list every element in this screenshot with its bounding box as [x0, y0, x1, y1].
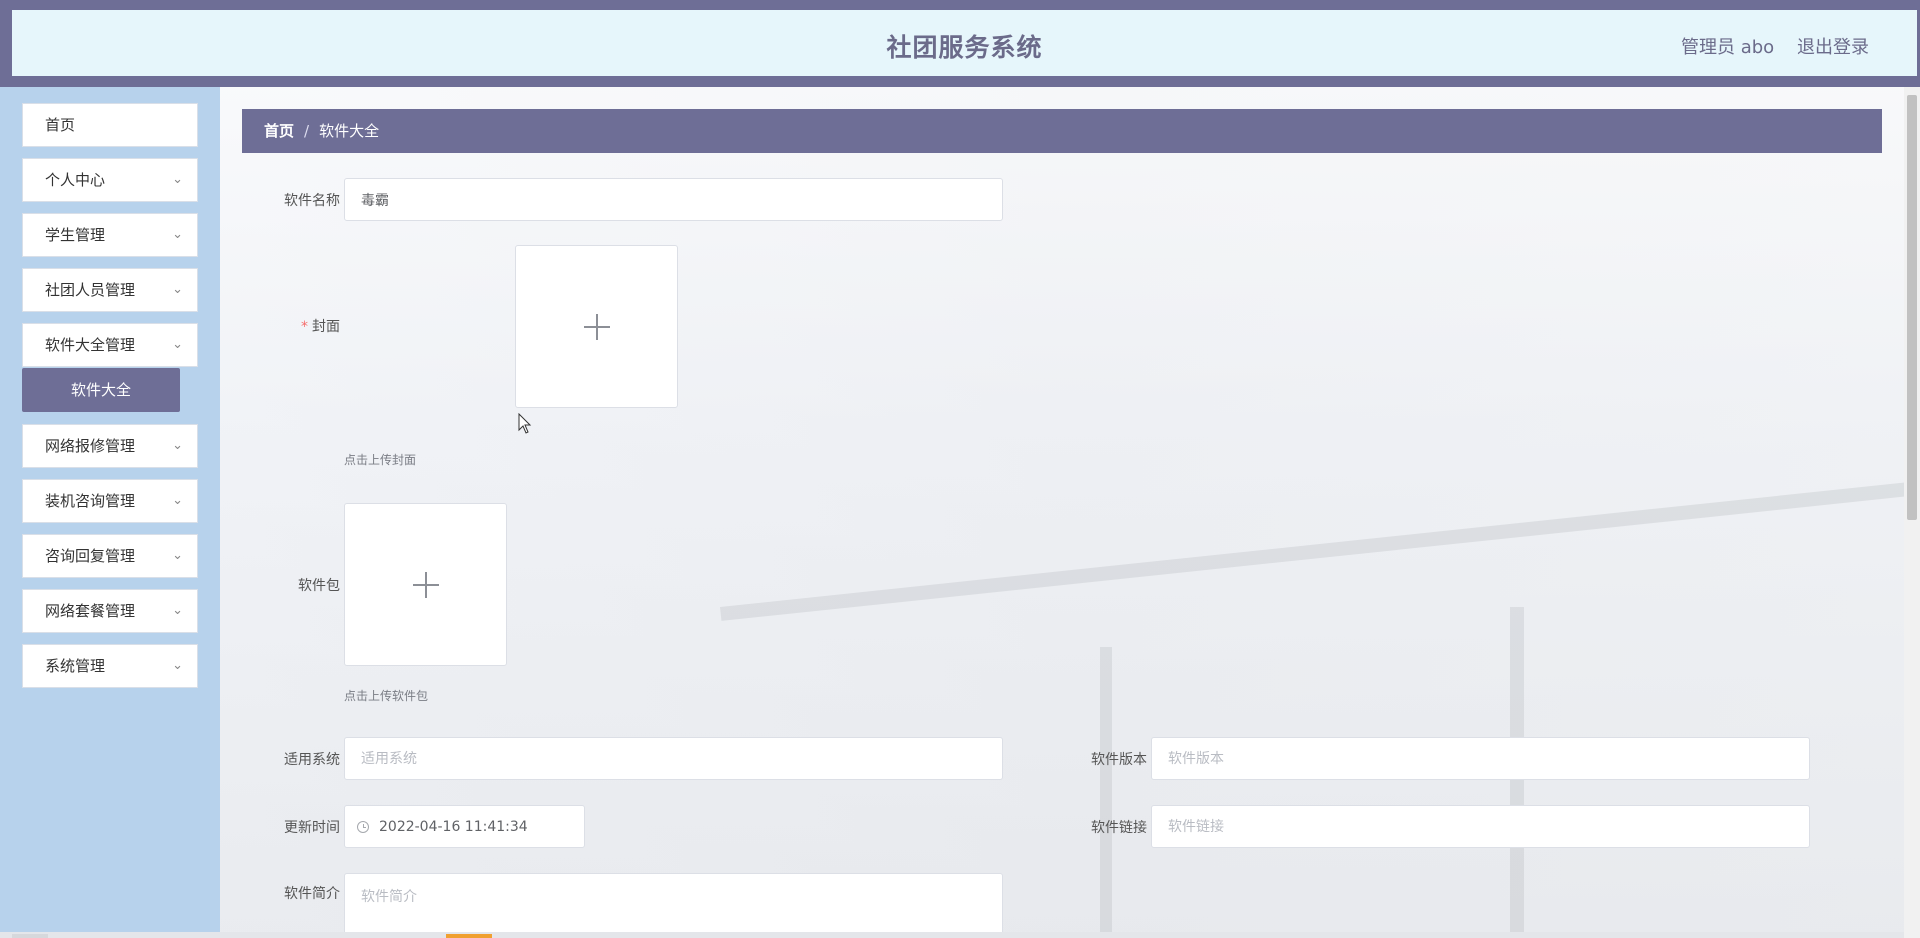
plus-icon [596, 314, 598, 340]
chevron-down-icon: ⌄ [172, 282, 183, 297]
system-label: 适用系统 [284, 752, 340, 768]
chevron-down-icon: ⌄ [172, 603, 183, 618]
sidebar-item-label: 社团人员管理 [45, 281, 136, 299]
sidebar-item-install-consult[interactable]: 装机咨询管理 ⌄ [22, 479, 198, 523]
sidebar-subitem-software[interactable]: 软件大全 [22, 368, 180, 412]
sidebar-item-label: 个人中心 [45, 171, 106, 189]
chevron-down-icon: ⌄ [172, 337, 183, 352]
bottom-strip [0, 932, 1904, 938]
sidebar-item-consult-reply[interactable]: 咨询回复管理 ⌄ [22, 534, 198, 578]
sidebar-item-network-package[interactable]: 网络套餐管理 ⌄ [22, 589, 198, 633]
logout-link[interactable]: 退出登录 [1797, 33, 1869, 59]
sidebar-item-label: 软件大全管理 [45, 336, 136, 354]
chevron-down-icon: ⌄ [172, 658, 183, 673]
package-label: 软件包 [298, 578, 340, 594]
chevron-down-icon: ⌄ [172, 493, 183, 508]
current-user: 管理员 abo [1681, 37, 1775, 58]
link-label: 软件链接 [1091, 820, 1147, 836]
software-name-input[interactable] [344, 178, 1003, 221]
name-label: 软件名称 [284, 193, 340, 209]
package-upload[interactable] [344, 503, 507, 666]
plus-icon [425, 572, 427, 598]
breadcrumb-current: 软件大全 [319, 122, 380, 140]
sidebar-item-label: 装机咨询管理 [45, 492, 136, 510]
main-content: 首页 / 软件大全 软件名称 *封面 点击上传封面 软件包 点击上传软件包 适用系统… [220, 87, 1920, 938]
breadcrumb: 首页 / 软件大全 [242, 109, 1882, 153]
app-title: 社团服务系统 [886, 33, 1043, 62]
background-decor [1100, 647, 1112, 938]
sidebar-item-label: 咨询回复管理 [45, 547, 136, 565]
cover-label: * 封面 [220, 316, 340, 336]
sidebar-item-software-management[interactable]: 软件大全管理 ⌄ [22, 323, 198, 367]
background-decor [720, 481, 1915, 621]
sidebar-item-label: 网络套餐管理 [45, 602, 136, 620]
chevron-down-icon: ⌄ [172, 438, 183, 453]
breadcrumb-home[interactable]: 首页 [264, 122, 294, 140]
version-input[interactable] [1151, 737, 1810, 780]
sidebar-item-network-repair[interactable]: 网络报修管理 ⌄ [22, 424, 198, 468]
scrollbar-thumb[interactable] [1907, 95, 1917, 520]
header-bar: 社团服务系统 管理员 abo 退出登录 [12, 10, 1917, 76]
cover-label-text: 封面 [312, 319, 340, 335]
link-input[interactable] [1151, 805, 1810, 848]
sidebar-item-students[interactable]: 学生管理 ⌄ [22, 213, 198, 257]
page-scrollbar[interactable] [1904, 87, 1920, 938]
chevron-down-icon: ⌄ [172, 548, 183, 563]
sidebar-item-label: 学生管理 [45, 226, 106, 244]
breadcrumb-separator: / [304, 122, 310, 140]
sidebar-item-label: 系统管理 [45, 657, 106, 675]
system-input[interactable] [344, 737, 1003, 780]
sidebar-item-system[interactable]: 系统管理 ⌄ [22, 644, 198, 688]
update-time-picker[interactable] [344, 805, 585, 848]
update-time-label: 更新时间 [284, 820, 340, 836]
sidebar: 首页 个人中心 ⌄ 学生管理 ⌄ 社团人员管理 ⌄ 软件大全管理 ⌄ 软件大全 … [0, 87, 220, 938]
bottom-indicator [12, 934, 48, 938]
package-upload-hint: 点击上传软件包 [344, 689, 429, 703]
sidebar-item-label: 网络报修管理 [45, 437, 136, 455]
mouse-cursor-icon [518, 413, 532, 434]
chevron-down-icon: ⌄ [172, 227, 183, 242]
required-mark: * [301, 319, 308, 335]
cover-upload-hint: 点击上传封面 [344, 453, 417, 467]
intro-textarea[interactable] [344, 873, 1003, 938]
sidebar-item-profile[interactable]: 个人中心 ⌄ [22, 158, 198, 202]
chevron-down-icon: ⌄ [172, 172, 183, 187]
sidebar-item-label: 首页 [45, 116, 76, 134]
intro-label: 软件简介 [284, 886, 340, 902]
top-header: 社团服务系统 管理员 abo 退出登录 [0, 0, 1920, 87]
sidebar-item-club-members[interactable]: 社团人员管理 ⌄ [22, 268, 198, 312]
sidebar-item-home[interactable]: 首页 [22, 103, 198, 147]
version-label: 软件版本 [1091, 752, 1147, 768]
clock-icon [357, 821, 369, 833]
cover-upload[interactable] [515, 245, 678, 408]
bottom-indicator [446, 934, 492, 938]
